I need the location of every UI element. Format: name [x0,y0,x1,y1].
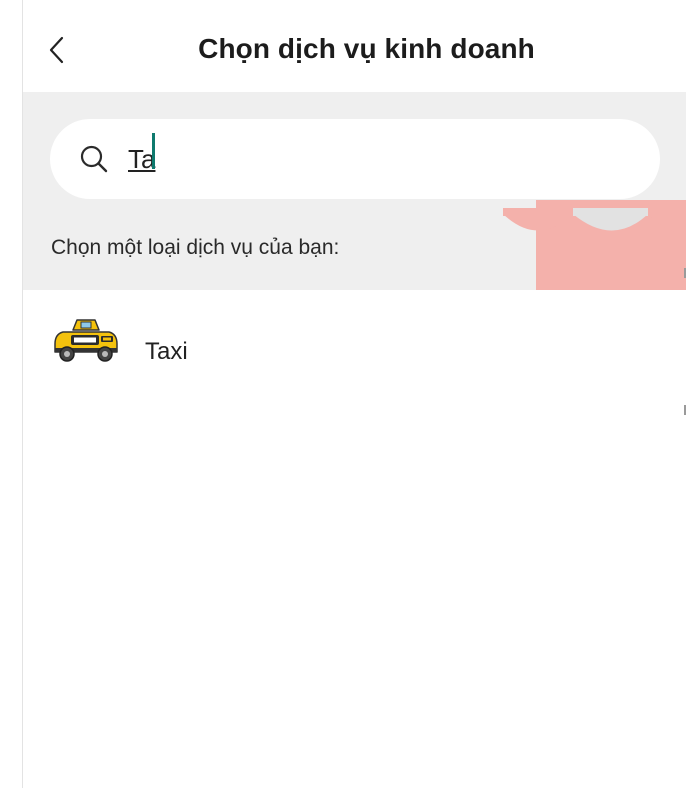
search-icon [80,145,108,173]
screen: Chọn dịch vụ kinh doanh Chọn một loại dị… [22,0,686,788]
edge-divider [684,268,686,278]
header: Chọn dịch vụ kinh doanh [23,0,686,92]
search-input[interactable] [128,137,608,181]
search-section: Chọn một loại dịch vụ của bạn: [23,92,686,290]
service-hint-label: Chọn một loại dịch vụ của bạn: [51,236,340,259]
list-item-taxi[interactable]: Taxi [23,318,686,388]
edge-divider [684,405,686,415]
text-cursor [152,133,155,169]
taxi-icon [54,319,118,362]
page-title: Chọn dịch vụ kinh doanh [198,33,535,64]
list-item-label: Taxi [145,338,188,365]
search-bar[interactable] [50,119,660,199]
